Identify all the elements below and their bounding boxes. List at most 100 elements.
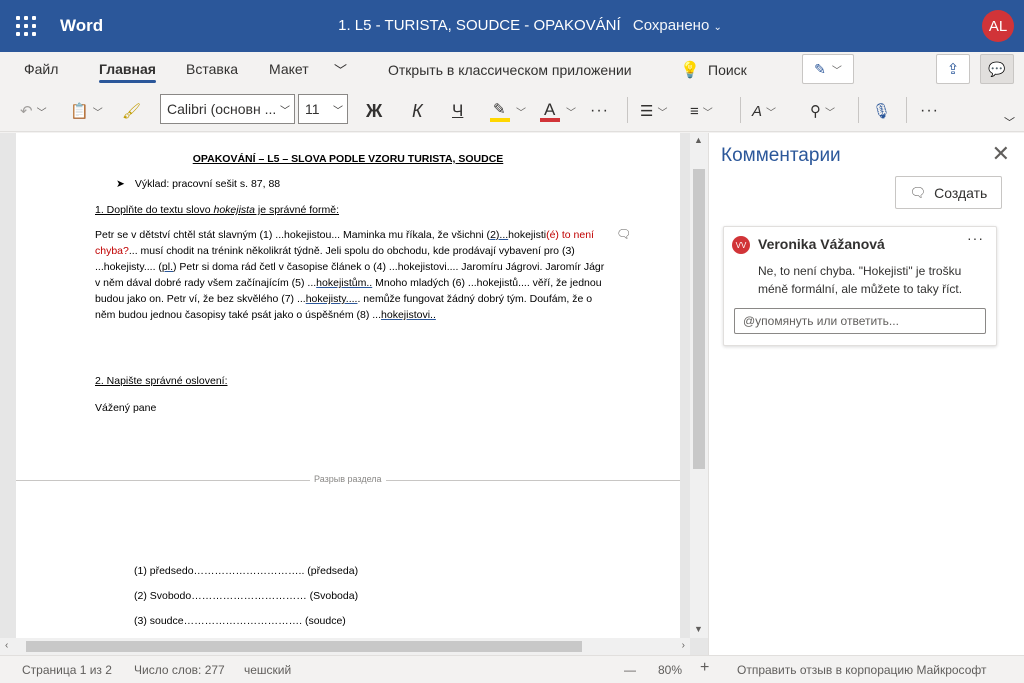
comment-body: Ne, to není chyba. "Hokejisti" je trošku… (758, 264, 963, 296)
close-icon[interactable]: ✕ (992, 141, 1010, 167)
align-button[interactable]: ≡ ﹀ (690, 97, 713, 125)
document-page-2[interactable]: (1) předsedo………………………….. (předseda) (2) … (16, 489, 680, 655)
lightbulb-icon[interactable]: 💡 (680, 60, 700, 80)
zoom-level[interactable]: 80% (658, 663, 682, 677)
status-bar: Страница 1 из 2 Число слов: 277 чешский … (0, 655, 1024, 683)
expand-ribbon-button[interactable]: ﹀ (1004, 108, 1015, 136)
highlight-icon: ✎ (490, 98, 512, 124)
chevron-down-icon: ⌄ (713, 22, 722, 33)
zoom-out-button[interactable]: — (624, 663, 636, 677)
font-name-value: Calibri (основн ... (167, 101, 277, 117)
ribbon-divider (906, 97, 907, 123)
highlight-button[interactable]: ✎ ﹀ (490, 97, 526, 125)
undo-button[interactable]: ↶ ﹀ (20, 97, 47, 125)
italic-button[interactable]: К (412, 97, 423, 125)
format-painter-icon: 🖌 (122, 103, 142, 120)
comments-button[interactable]: 💬 (980, 54, 1014, 84)
align-icon: ≡ (690, 102, 699, 120)
comment-author: Veronika Vážanová (758, 236, 885, 252)
save-status: Сохранено ⌄ (633, 17, 722, 34)
chevron-down-icon: ﹀ (516, 107, 526, 119)
document-title-text: 1. L5 - TURISTA, SOUDCE - OPAKOVÁNÍ (338, 17, 621, 34)
bullets-icon: ☰ (640, 103, 654, 120)
scroll-thumb[interactable] (26, 641, 582, 652)
chevron-down-icon: ﹀ (702, 107, 713, 119)
new-comment-label: Создать (934, 184, 988, 201)
more-icon: ··· (920, 102, 939, 119)
new-comment-button[interactable]: 🗨 Создать (895, 176, 1002, 209)
task-1-word: hokejista (213, 204, 255, 216)
tab-home[interactable]: Главная (99, 61, 156, 83)
app-name[interactable]: Word (60, 16, 103, 36)
more-font-options-button[interactable]: ··· (590, 97, 609, 125)
chevron-down-icon: ﹀ (333, 106, 343, 117)
task-1-heading: 1. Doplňte do textu slovo hokejista je s… (95, 204, 339, 216)
font-size-select[interactable]: 11 ﹀ (298, 94, 348, 124)
scroll-down-icon[interactable]: ▼ (694, 624, 703, 634)
scroll-right-icon[interactable]: › (682, 640, 685, 651)
comment-marker-icon[interactable]: 🗨 (616, 227, 631, 241)
tab-file[interactable]: Файл (24, 61, 58, 77)
para-text: hokejistům.. (316, 277, 373, 289)
task-2-heading: 2. Napište správné oslovení: (95, 375, 228, 387)
dictate-button[interactable]: 🎙 (872, 97, 891, 125)
edit-mode-button[interactable]: ✎ ﹀ (802, 54, 854, 84)
bullet-text: Výklad: pracovní sešit s. 87, 88 (134, 178, 281, 190)
vertical-scrollbar[interactable]: ▲ ▼ (690, 133, 708, 638)
user-avatar[interactable]: AL (982, 10, 1014, 42)
chevron-down-icon: ﹀ (825, 107, 835, 119)
font-size-value: 11 (305, 101, 320, 117)
share-button[interactable]: ⇪ (936, 54, 970, 84)
app-launcher-icon[interactable] (16, 16, 36, 36)
language-indicator[interactable]: чешский (244, 663, 291, 677)
bullets-button[interactable]: ☰ ﹀ (640, 97, 667, 125)
find-button[interactable]: ⚲ ﹀ (810, 97, 835, 125)
share-icon: ⇪ (946, 61, 960, 78)
commenter-avatar: VV (732, 236, 750, 254)
para-text: hokejistovi.. (381, 309, 436, 321)
ribbon-divider (740, 97, 741, 123)
feedback-link[interactable]: Отправить отзыв в корпорацию Майкрософт (737, 663, 986, 677)
open-in-desktop-button[interactable]: Открыть в классическом приложении (388, 62, 632, 78)
dictate-icon: 🎙 (872, 103, 892, 120)
document-title[interactable]: 1. L5 - TURISTA, SOUDCE - OPAKOVÁNÍ Сохр… (300, 17, 760, 34)
search-button[interactable]: Поиск (708, 62, 747, 78)
zoom-in-button[interactable]: + (700, 659, 709, 677)
chevron-down-icon: ﹀ (766, 107, 777, 119)
reply-input[interactable]: @упомянуть или ответить... (734, 308, 986, 334)
exercise-paragraph: Petr se v dětství chtěl stát slavným (1)… (95, 227, 605, 323)
more-icon[interactable]: ··· (967, 230, 984, 246)
more-icon: ··· (590, 102, 609, 119)
para-text: hokejisty.... (305, 293, 358, 305)
scroll-left-icon[interactable]: ‹ (5, 640, 8, 651)
comment-card[interactable]: VV Veronika Vážanová ··· Ne, to není chy… (723, 226, 997, 346)
font-name-select[interactable]: Calibri (основн ... ﹀ (160, 94, 295, 124)
chevron-down-icon: ﹀ (657, 107, 668, 119)
chevron-down-icon: ﹀ (280, 106, 290, 117)
comments-pane: Комментарии ✕ 🗨 Создать VV Veronika Vážan… (708, 133, 1024, 655)
document-canvas[interactable]: OPAKOVÁNÍ – L5 – SLOVA PODLE VZORU TURIS… (0, 133, 708, 655)
bullet-item: ➤ Výklad: pracovní sešit s. 87, 88 (116, 178, 280, 190)
new-comment-icon: 🗨 (909, 184, 927, 200)
tab-layout[interactable]: Макет (269, 61, 309, 77)
scroll-up-icon[interactable]: ▲ (694, 135, 703, 145)
para-text: Petr se v dětství chtěl stát slavným (1)… (95, 229, 491, 241)
tab-insert[interactable]: Вставка (186, 61, 238, 77)
font-color-button[interactable]: A ﹀ (540, 97, 576, 125)
more-commands-button[interactable]: ··· (920, 97, 939, 125)
styles-icon: A (752, 102, 763, 120)
bold-button[interactable]: Ж (366, 97, 382, 125)
paste-button[interactable]: 📋 ﹀ (70, 97, 103, 125)
font-color-icon: A (540, 98, 562, 124)
styles-button[interactable]: A ﹀ (752, 97, 776, 125)
word-count[interactable]: Число слов: 277 (134, 663, 225, 677)
chevron-down-icon: ﹀ (1004, 117, 1015, 129)
more-tabs-chevron-icon[interactable]: ﹀ (334, 60, 347, 79)
underline-button[interactable]: Ч (452, 97, 463, 125)
comments-pane-title: Комментарии (721, 145, 841, 166)
format-painter-button[interactable]: 🖌 (122, 97, 141, 125)
scroll-thumb[interactable] (693, 169, 705, 469)
title-bar: Word 1. L5 - TURISTA, SOUDCE - OPAKOVÁNÍ… (0, 0, 1024, 52)
list-item: (3) soudce……………………………. (soudce) (134, 615, 346, 627)
horizontal-scrollbar[interactable]: ‹ › (0, 638, 690, 655)
